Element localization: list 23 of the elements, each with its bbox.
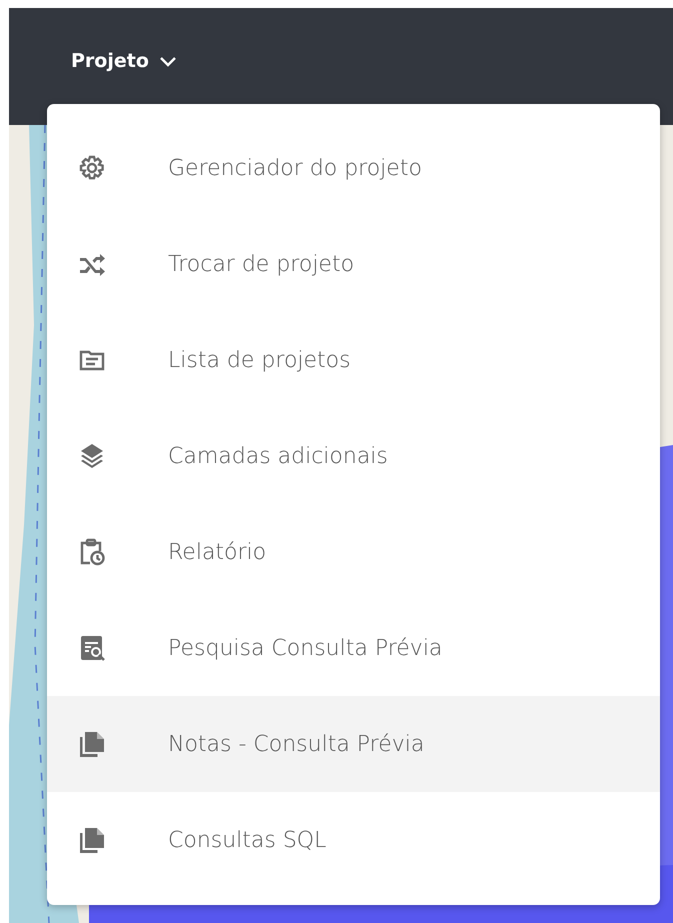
menu-item-label: Consultas SQL [168,828,326,852]
menu-item-label: Lista de projetos [168,348,351,372]
menu-item-label: Camadas adicionais [168,444,388,468]
menu-item-label: Pesquisa Consulta Prévia [168,636,442,660]
menu-item[interactable]: Trocar de projeto [47,216,660,312]
menu-item-label: Notas - Consulta Prévia [168,732,424,756]
menu-item-label: Relatório [168,540,266,564]
menu-item-label: Gerenciador do projeto [168,156,422,180]
menu-item[interactable]: Camadas adicionais [47,408,660,504]
menu-item[interactable]: Consultas SQL [47,792,660,888]
menu-item-label: Trocar de projeto [168,252,354,276]
menu-item[interactable]: Notas - Consulta Prévia [47,696,660,792]
menu-item[interactable]: Lista de projetos [47,312,660,408]
document-search-icon [78,634,106,662]
copy-icon [78,730,106,758]
menu-item[interactable]: Relatório [47,504,660,600]
chevron-icon [158,54,177,66]
copy-icon [78,826,106,854]
menu-item[interactable]: Gerenciador do projeto [47,120,660,216]
gear-icon [78,154,106,182]
clipboard-clock-icon [78,538,106,566]
project-menu-button[interactable]: Projeto [71,50,177,84]
menu-item[interactable]: Pesquisa Consulta Prévia [47,600,660,696]
